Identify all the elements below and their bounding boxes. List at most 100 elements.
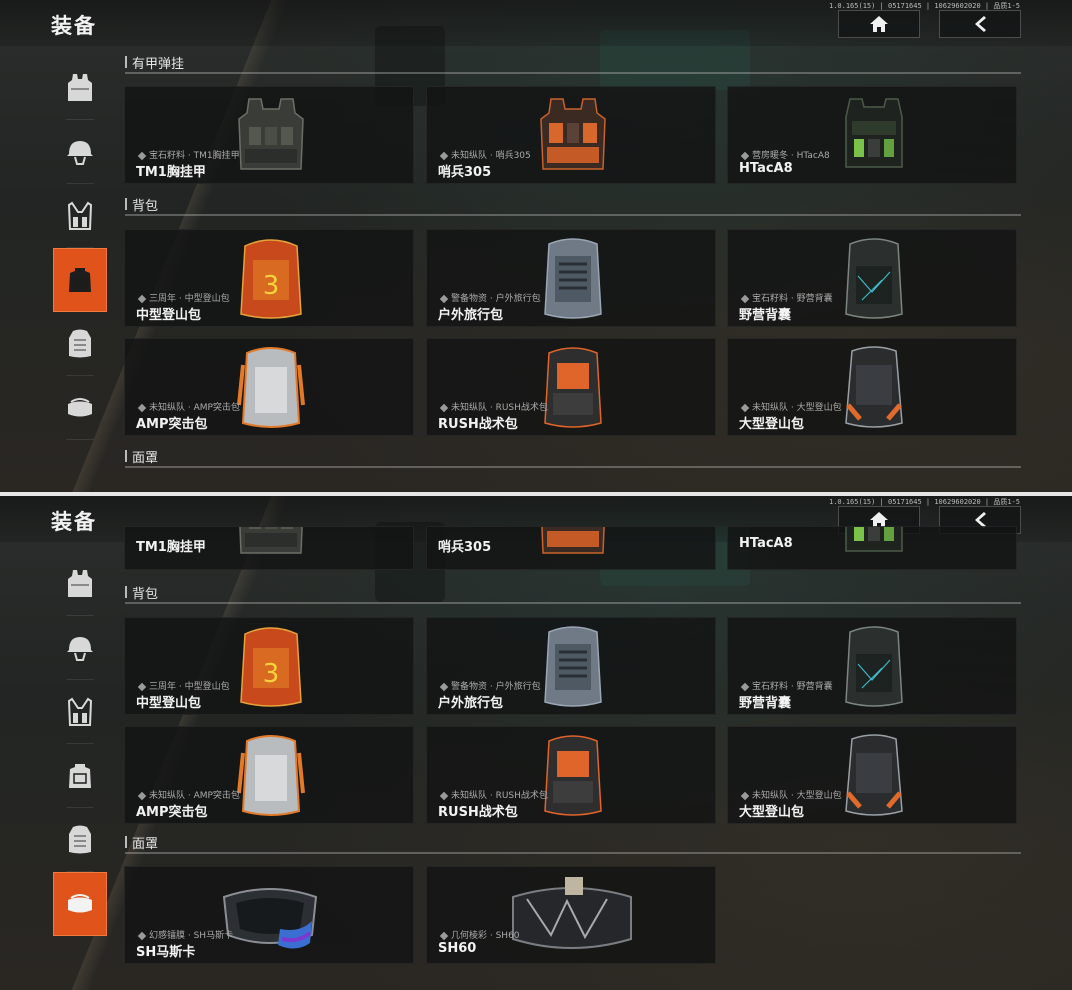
item-card[interactable]: 未知纵队 · RUSH战术包 RUSH战术包: [426, 338, 716, 436]
page-title: 装备: [51, 14, 97, 38]
sentinel-vest-image: [537, 526, 609, 563]
tag-icon: [137, 682, 147, 691]
vest-icon: [65, 72, 95, 104]
large-backpack-icon: [65, 824, 95, 856]
tag-icon: [740, 403, 750, 412]
section-bar: [125, 450, 127, 462]
travel-pack-image: [537, 624, 609, 710]
sidebar-item-large-backpack[interactable]: [53, 312, 107, 376]
section-bar: [125, 56, 127, 68]
sidebar-item-large-backpack[interactable]: [53, 808, 107, 872]
mask-icon: [65, 888, 95, 920]
item-subtitle: 营房暖冬 · HTacA8: [740, 148, 830, 161]
equipment-screen-top: 装备 1.0.165(15) | 05171645 | 10629602020 …: [0, 0, 1072, 492]
camp-pack-image: [838, 236, 910, 322]
chest-rig-icon: [65, 696, 95, 728]
section-header-backpack: 背包: [125, 578, 1021, 604]
item-card[interactable]: 几何棱彩 · SH60 SH60: [426, 866, 716, 964]
item-card[interactable]: 警备物资 · 户外旅行包 户外旅行包: [426, 229, 716, 327]
item-card[interactable]: 未知纵队 · 大型登山包 大型登山包: [727, 726, 1017, 824]
tag-icon: [137, 151, 147, 160]
item-name: 中型登山包: [136, 308, 202, 323]
backpack-icon: [65, 264, 95, 296]
backpack-icon: [65, 760, 95, 792]
item-card[interactable]: 幻感镭膜 · SH马斯卡 SH马斯卡: [124, 866, 414, 964]
top-bar: 装备 1.0.165(15) | 05171645 | 10629602020 …: [0, 0, 1072, 46]
item-card[interactable]: 未知纵队 · 大型登山包 大型登山包: [727, 338, 1017, 436]
sidebar-item-mask[interactable]: [53, 376, 107, 440]
tag-icon: [137, 294, 147, 303]
item-name: 大型登山包: [739, 417, 805, 432]
item-name: 户外旅行包: [438, 308, 504, 323]
sidebar-item-chest-rig[interactable]: [53, 680, 107, 744]
item-name: RUSH战术包: [438, 417, 518, 432]
item-name: 大型登山包: [739, 805, 805, 820]
category-sidebar: [53, 56, 107, 440]
item-card[interactable]: 宝石籽料 · TM1胸挂甲 TM1胸挂甲: [124, 86, 414, 184]
item-card[interactable]: 未知纵队 · 哨兵305 哨兵305: [426, 86, 716, 184]
item-card[interactable]: 未知纵队 · AMP突击包 AMP突击包: [124, 726, 414, 824]
section-bar: [125, 836, 127, 848]
section-title: 背包: [132, 199, 159, 214]
item-card[interactable]: HTacA8: [727, 526, 1017, 570]
item-card[interactable]: 警备物资 · 户外旅行包 户外旅行包: [426, 617, 716, 715]
item-card[interactable]: 未知纵队 · AMP突击包 AMP突击包: [124, 338, 414, 436]
tag-icon: [740, 682, 750, 691]
item-card[interactable]: 未知纵队 · RUSH战术包 RUSH战术包: [426, 726, 716, 824]
sentinel-vest-image: [537, 93, 609, 179]
item-name: AMP突击包: [136, 417, 208, 432]
section-title: 面罩: [132, 837, 159, 852]
item-card[interactable]: 营房暖冬 · HTacA8 HTacA8: [727, 86, 1017, 184]
item-card[interactable]: TM1胸挂甲: [124, 526, 414, 570]
htaca8-vest-image: [838, 93, 910, 179]
page-title: 装备: [51, 510, 97, 534]
item-card[interactable]: 宝石籽料 · 野营背囊 野营背囊: [727, 229, 1017, 327]
item-subtitle: 宝石籽料 · 野营背囊: [740, 679, 833, 692]
item-name: SH马斯卡: [136, 945, 196, 960]
section-title: 背包: [132, 587, 159, 602]
tag-icon: [137, 403, 147, 412]
item-subtitle: 幻感镭膜 · SH马斯卡: [137, 928, 233, 941]
tag-icon: [439, 403, 449, 412]
item-name: 野营背囊: [739, 696, 792, 711]
helmet-icon: [65, 632, 95, 664]
item-subtitle: 几何棱彩 · SH60: [439, 928, 520, 941]
item-subtitle: 未知纵队 · 大型登山包: [740, 400, 842, 413]
back-button[interactable]: [939, 10, 1021, 38]
section-header-rig: 有甲弹挂: [125, 48, 1021, 74]
section-title: 有甲弹挂: [132, 57, 185, 72]
sidebar-item-vest[interactable]: [53, 552, 107, 616]
item-subtitle: 警备物资 · 户外旅行包: [439, 679, 541, 692]
sidebar-item-chest-rig[interactable]: [53, 184, 107, 248]
item-name: HTacA8: [739, 161, 793, 176]
helmet-icon: [65, 136, 95, 168]
item-name: 野营背囊: [739, 308, 792, 323]
medium-pack-image: [235, 236, 307, 322]
home-icon: [869, 15, 889, 33]
tm1-vest-image: [235, 93, 307, 179]
sidebar-item-vest[interactable]: [53, 56, 107, 120]
item-card[interactable]: 哨兵305: [426, 526, 716, 570]
sidebar-item-helmet[interactable]: [53, 120, 107, 184]
tag-icon: [137, 791, 147, 800]
item-subtitle: 未知纵队 · AMP突击包: [137, 400, 240, 413]
item-name: TM1胸挂甲: [136, 165, 206, 180]
mask-icon: [65, 392, 95, 424]
amp-pack-image: [235, 345, 307, 431]
sidebar-item-backpack[interactable]: [53, 744, 107, 808]
sidebar-item-helmet[interactable]: [53, 616, 107, 680]
sidebar-item-backpack[interactable]: [53, 248, 107, 312]
item-card[interactable]: 宝石籽料 · 野营背囊 野营背囊: [727, 617, 1017, 715]
item-subtitle: 三周年 · 中型登山包: [137, 679, 230, 692]
large-pack-image: [838, 345, 910, 431]
item-card[interactable]: 三周年 · 中型登山包 中型登山包: [124, 229, 414, 327]
sidebar-item-mask[interactable]: [53, 872, 107, 936]
item-name: 哨兵305: [438, 540, 492, 555]
section-header-mask: 面罩: [125, 442, 1021, 468]
medium-pack-image: [235, 624, 307, 710]
home-button[interactable]: [838, 10, 920, 38]
item-card[interactable]: 三周年 · 中型登山包 中型登山包: [124, 617, 414, 715]
equipment-screen-bottom: 装备 1.0.165(15) | 05171645 | 10629602020 …: [0, 496, 1072, 990]
tag-icon: [439, 682, 449, 691]
item-name: 户外旅行包: [438, 696, 504, 711]
